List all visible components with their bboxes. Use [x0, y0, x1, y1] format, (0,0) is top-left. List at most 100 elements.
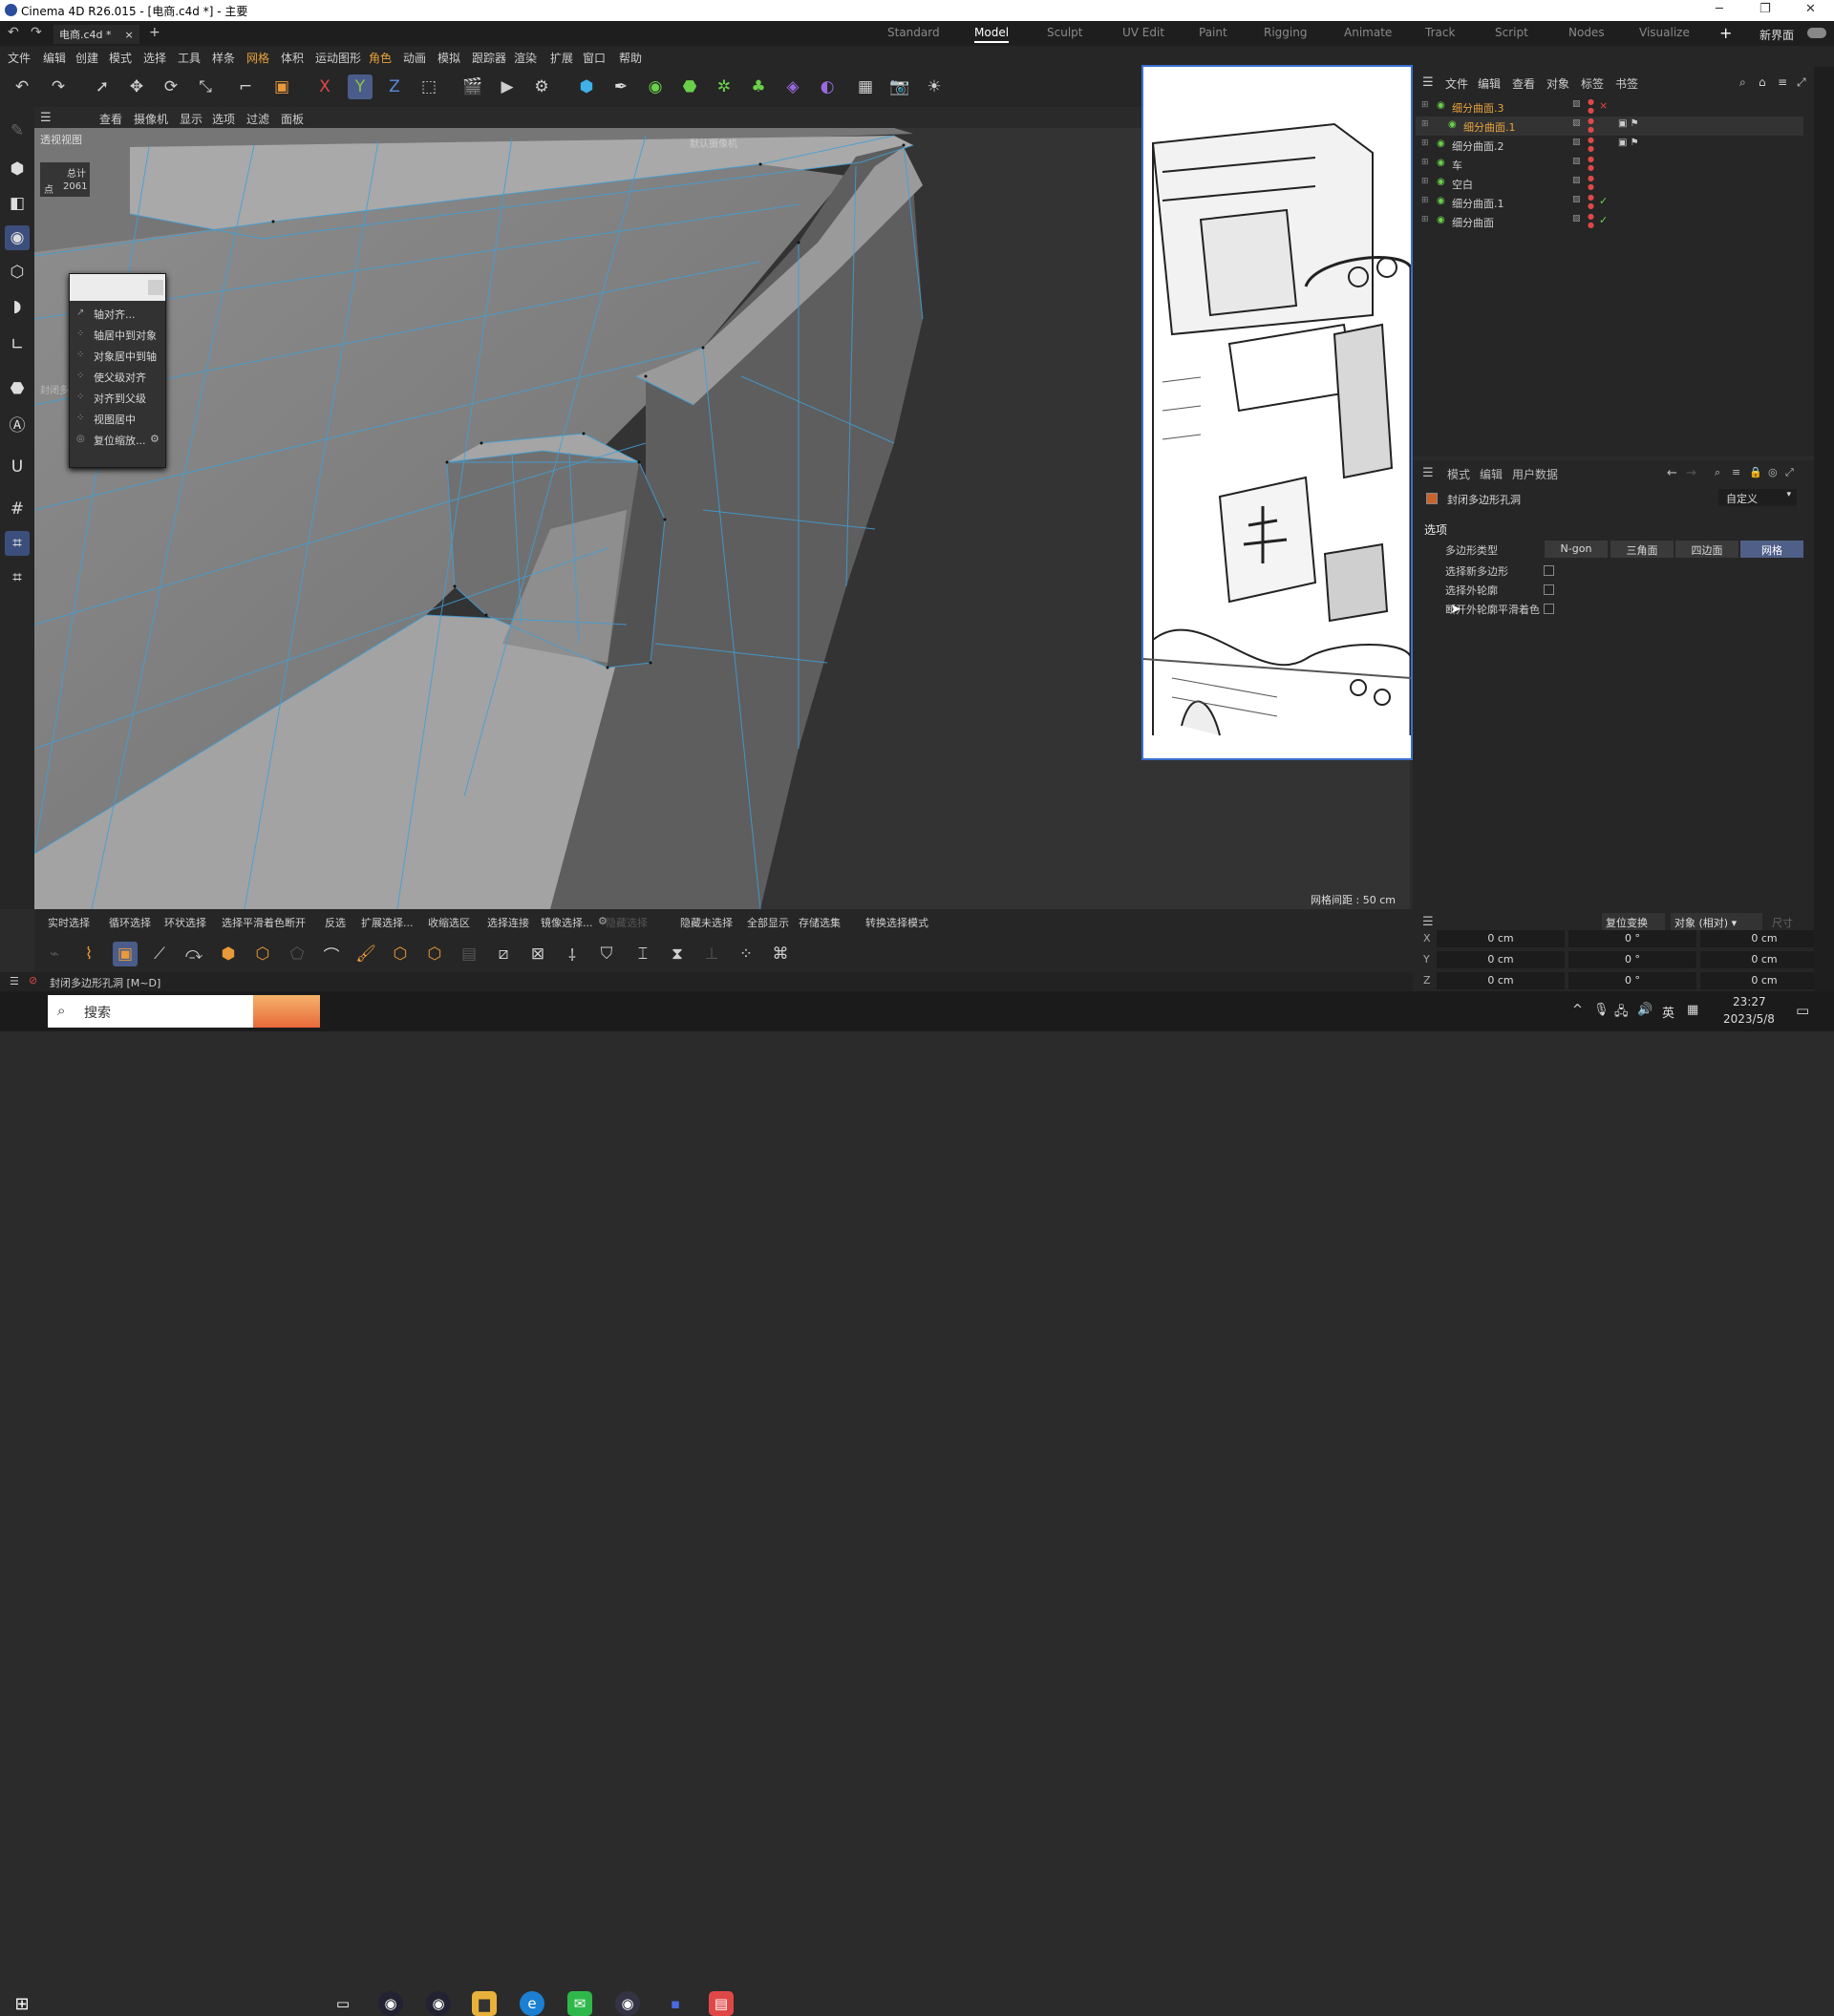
document-tab[interactable]: 电商.c4d * × [53, 25, 139, 44]
brush-icon[interactable]: 🖌 [353, 942, 378, 966]
om-hamburger-icon[interactable]: ☰ [1422, 75, 1434, 90]
context-menu-item-5[interactable]: ⁘ 视图居中 [70, 408, 165, 429]
selection-tool-11[interactable]: 全部显示 [747, 915, 789, 930]
pin-icon[interactable] [148, 280, 163, 295]
gear-icon[interactable]: ⚙ [150, 433, 160, 445]
visibility-icon[interactable]: ▨ [1572, 176, 1581, 185]
cloner-icon[interactable]: ✲ [712, 74, 736, 99]
visibility-icon[interactable]: ▨ [1572, 214, 1581, 223]
attr-target-icon[interactable]: ◎ [1768, 466, 1778, 478]
minimize-button[interactable]: ─ [1716, 2, 1723, 16]
clock-date[interactable]: 2023/5/8 [1723, 1012, 1775, 1026]
object-name[interactable]: 细分曲面.2 [1452, 138, 1504, 154]
magnet-icon[interactable]: Ս [5, 455, 30, 479]
workspace-tab-9[interactable]: Nodes [1568, 26, 1605, 39]
render-picture-viewer-icon[interactable]: ▶ [495, 74, 520, 99]
viewport-menu-item-5[interactable]: 面板 [281, 111, 304, 127]
edge-browser-icon[interactable]: e [520, 1991, 544, 2016]
object-name[interactable]: 细分曲面.1 [1463, 119, 1516, 135]
menu-item-17[interactable]: 帮助 [619, 50, 642, 66]
visibility-icon[interactable]: ▨ [1572, 138, 1581, 147]
context-menu-item-2[interactable]: ⁘ 对象居中到轴 [70, 345, 165, 366]
split-icon[interactable]: ⸸ [560, 942, 585, 966]
selection-tool-2[interactable]: 环状选择 [164, 915, 206, 930]
workplane-icon[interactable]: ⌗ [5, 531, 30, 556]
extrude-inner-icon[interactable]: ⬢ [216, 942, 241, 966]
polygon-type-option-3[interactable]: 网格 [1740, 541, 1803, 558]
om-menu-item-3[interactable]: 对象 [1546, 75, 1569, 92]
object-name[interactable]: 细分曲面.1 [1452, 196, 1504, 211]
attr-filter-icon[interactable]: ≡ [1732, 466, 1740, 478]
slide-icon[interactable]: ⧄ [491, 942, 516, 966]
new-tab-button[interactable]: + [149, 25, 160, 40]
expand-icon[interactable]: ⊞ [1421, 158, 1429, 167]
selection-tool-3[interactable]: 选择平滑着色断开 [222, 915, 306, 930]
object-row[interactable]: ⊞ ◉ 车 ▨ ● ● [1416, 155, 1803, 174]
render-dots-icon[interactable]: ● ● [1588, 136, 1594, 153]
tag-icon[interactable]: ▣ ⚑ [1618, 118, 1639, 129]
redo-icon[interactable]: ↷ [46, 74, 71, 99]
mograph-icon[interactable]: ♣ [746, 74, 771, 99]
microphone-icon[interactable]: 🎙 [1593, 1003, 1610, 1017]
weld-icon[interactable]: ▤ [457, 942, 481, 966]
align-normals-icon[interactable]: ⌶ [630, 942, 655, 966]
option-checkbox-2[interactable] [1544, 604, 1554, 614]
pen-spline-icon[interactable]: ✒ [608, 74, 633, 99]
generator-icon[interactable]: ⬣ [677, 74, 702, 99]
iron-icon[interactable]: ⬡ [422, 942, 447, 966]
menu-item-9[interactable]: 运动图形 [315, 50, 361, 66]
object-row[interactable]: ⊞ ◉ 细分曲面.1 ▨ ● ● ▣ ⚑ [1416, 117, 1803, 136]
menu-item-3[interactable]: 模式 [109, 50, 132, 66]
line-cut-icon[interactable]: ⟋ [147, 942, 172, 966]
selection-tool-9[interactable]: 隐藏选择 [606, 915, 648, 930]
menu-item-15[interactable]: 扩展 [550, 50, 573, 66]
render-settings-icon[interactable]: ⚙ [529, 74, 554, 99]
context-menu-item-0[interactable]: ↗ 轴对齐... [70, 303, 165, 324]
visibility-icon[interactable]: ▨ [1572, 118, 1581, 128]
windows-start-icon[interactable]: ⊞ [10, 1991, 34, 2016]
preset-dropdown[interactable]: 自定义 ▾ [1718, 489, 1797, 506]
object-name[interactable]: 细分曲面.3 [1452, 100, 1504, 116]
visibility-icon[interactable]: ▨ [1572, 99, 1581, 109]
taskbar-search-box[interactable]: ⌕ 搜索 [48, 995, 320, 1028]
set-point-icon[interactable]: ⊥ [699, 942, 724, 966]
expand-icon[interactable]: ⊞ [1421, 100, 1429, 110]
selection-tool-12[interactable]: 存储选集 [799, 915, 841, 930]
coordinate-system-icon[interactable]: ▣ [269, 74, 294, 99]
render-dots-icon[interactable]: ● ● [1588, 97, 1594, 115]
arc-icon[interactable]: ⌒ [319, 942, 344, 966]
cinema4d-app-icon[interactable]: ◉ [378, 1991, 403, 2016]
context-menu-item-3[interactable]: ⁘ 使父级对齐 [70, 366, 165, 387]
workspace-tab-3[interactable]: UV Edit [1122, 26, 1164, 39]
object-row[interactable]: ⊞ ◉ 细分曲面 ▨ ● ● ✓ [1416, 212, 1803, 231]
object-name[interactable]: 空白 [1452, 177, 1473, 192]
expand-icon[interactable]: ⊞ [1421, 215, 1429, 224]
polygons-mode-icon[interactable]: ◗ [5, 294, 30, 319]
maximize-button[interactable]: ❐ [1759, 2, 1771, 16]
redo-icon[interactable]: ↷ [31, 25, 42, 40]
cinema4d-app-icon-2[interactable]: ◉ [426, 1991, 451, 2016]
menu-item-0[interactable]: 文件 [8, 50, 31, 66]
expand-icon[interactable]: ⊞ [1421, 196, 1429, 205]
render-dots-icon[interactable]: ● ● [1588, 174, 1594, 191]
polygon-pen-icon[interactable]: ⬡ [388, 942, 413, 966]
context-menu-item-6[interactable]: ◎ 复位缩放... ⚙ [70, 429, 165, 450]
om-menu-item-5[interactable]: 书签 [1615, 75, 1638, 92]
floor-icon[interactable]: ▦ [853, 74, 878, 99]
visibility-icon[interactable]: ▨ [1572, 157, 1581, 166]
object-row[interactable]: ⊞ ◉ 空白 ▨ ● ● [1416, 174, 1803, 193]
undo-icon[interactable]: ↶ [8, 25, 19, 40]
camera-icon[interactable]: 📷 [887, 74, 912, 99]
file-explorer-icon[interactable]: ▆ [472, 1991, 497, 2016]
tweak-mode-icon[interactable]: ⬣ [5, 376, 30, 401]
edit-pen-icon[interactable]: ✎ [5, 118, 30, 143]
task-view-icon[interactable]: ▭ [331, 1991, 355, 2016]
menu-item-16[interactable]: 窗口 [583, 50, 606, 66]
position-field-0[interactable]: 0 cm [1437, 930, 1565, 947]
object-row[interactable]: ⊞ ◉ 细分曲面.3 ▨ ● ● × [1416, 97, 1803, 117]
coord-hamburger-icon[interactable]: ☰ [1422, 915, 1434, 929]
object-status-icon[interactable]: × [1599, 99, 1608, 112]
menu-item-1[interactable]: 编辑 [43, 50, 66, 66]
texture-mode-icon[interactable]: ◧ [5, 191, 30, 216]
deformer-icon[interactable]: ◈ [780, 74, 805, 99]
